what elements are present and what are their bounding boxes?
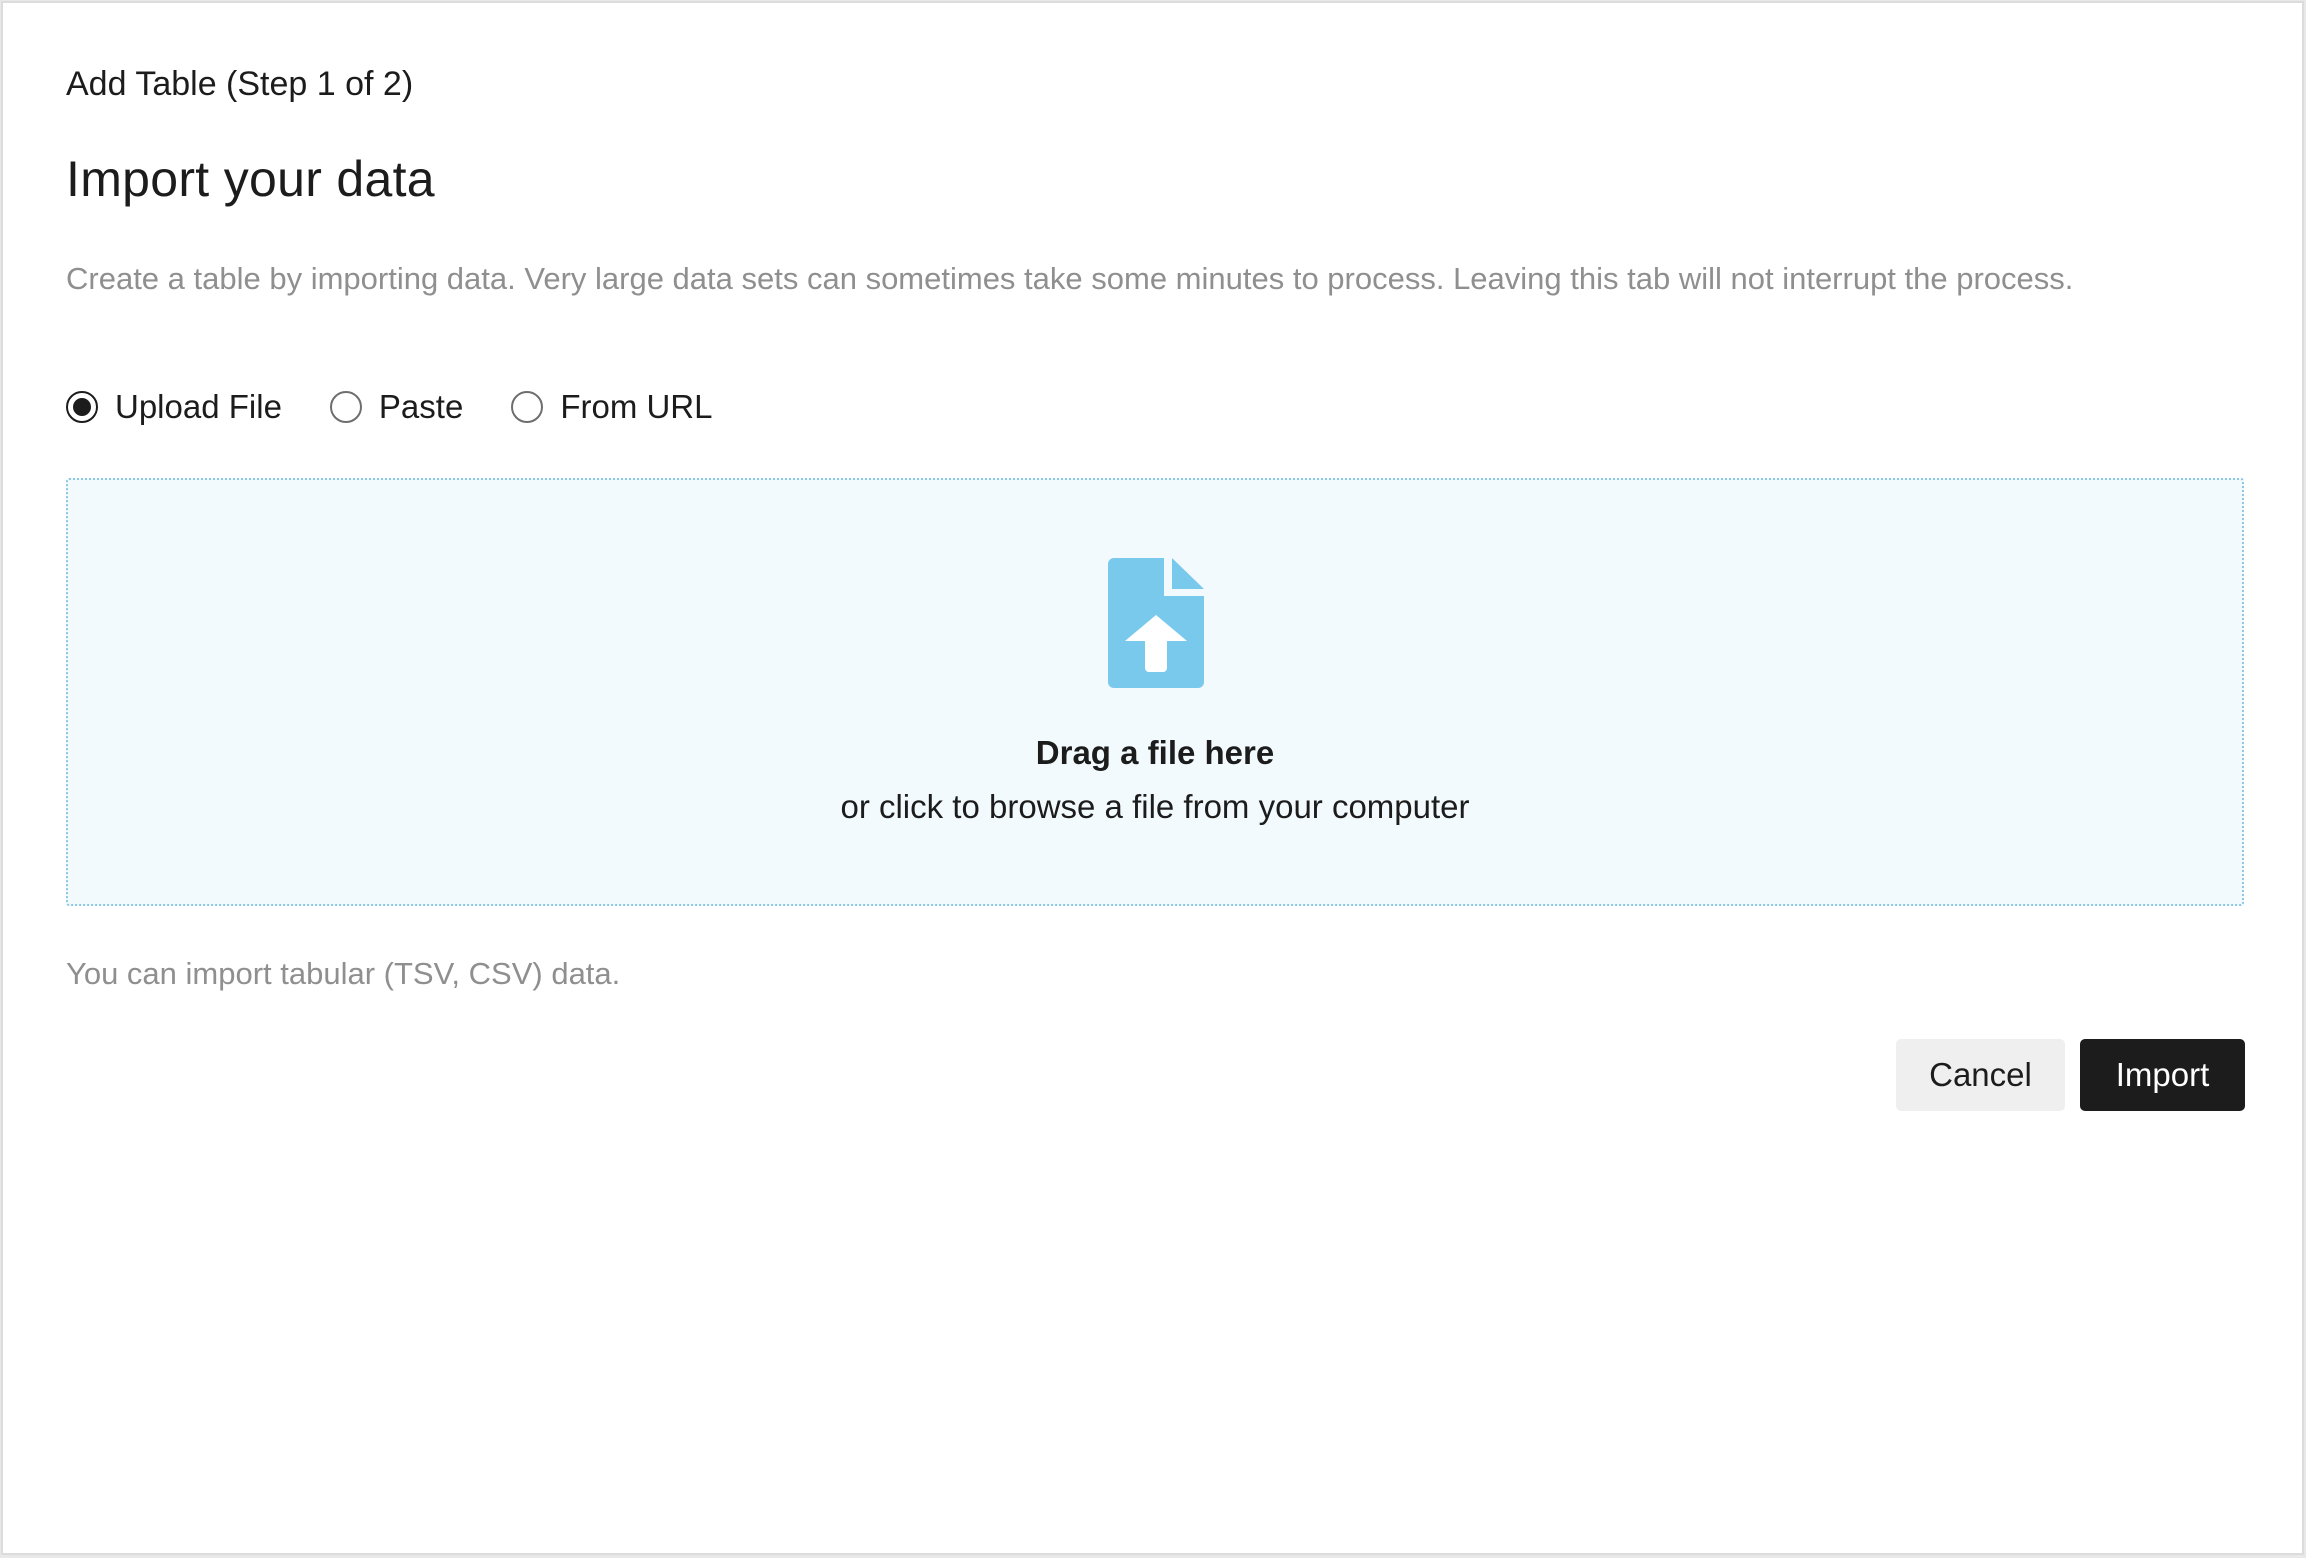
file-dropzone[interactable]: Drag a file here or click to browse a fi…: [66, 478, 2244, 906]
dropzone-title: Drag a file here: [1035, 734, 1275, 771]
dialog-description: Create a table by importing data. Very l…: [66, 261, 2074, 296]
dropzone-subtitle: or click to browse a file from your comp…: [840, 788, 1470, 825]
page-title: Import your data: [66, 151, 435, 207]
file-upload-icon: [1108, 558, 1204, 688]
import-format-hint: You can import tabular (TSV, CSV) data.: [66, 956, 621, 991]
import-source-radio-group: Upload File Paste From URL: [66, 388, 761, 426]
add-table-dialog: Add Table (Step 1 of 2) Import your data…: [1, 1, 2304, 1555]
radio-button-upload-file[interactable]: [66, 391, 98, 423]
radio-button-paste[interactable]: [329, 391, 362, 423]
radio-label-from-url: From URL: [560, 388, 713, 425]
radio-option-paste[interactable]: Paste: [329, 388, 464, 426]
cancel-button[interactable]: Cancel: [1896, 1039, 2065, 1111]
radio-button-from-url[interactable]: [511, 391, 544, 423]
radio-label-paste: Paste: [378, 388, 464, 425]
radio-label-upload-file: Upload File: [115, 388, 282, 425]
radio-option-upload-file[interactable]: Upload File: [66, 388, 282, 426]
radio-option-from-url[interactable]: From URL: [511, 388, 713, 426]
import-button[interactable]: Import: [2080, 1039, 2245, 1111]
step-indicator: Add Table (Step 1 of 2): [66, 65, 414, 103]
